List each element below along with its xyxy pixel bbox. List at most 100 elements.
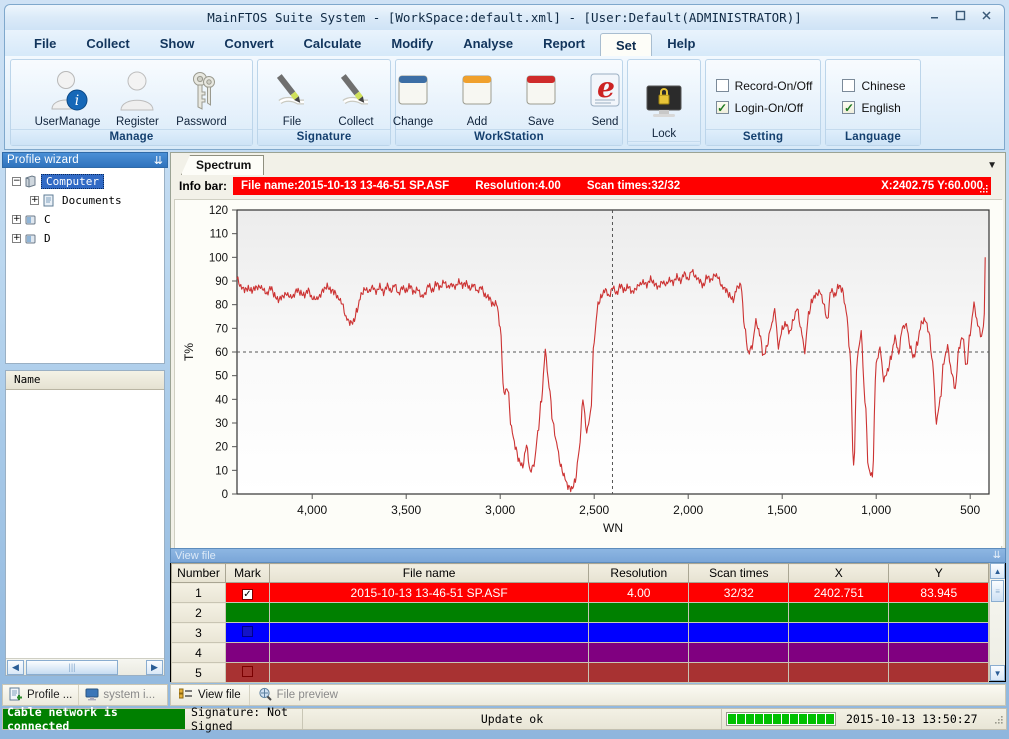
vscroll-thumb[interactable]: ≡ (991, 580, 1004, 602)
tab-file-preview-label: File preview (277, 689, 338, 701)
tab-profile[interactable]: Profile ... (3, 685, 78, 705)
maximize-icon[interactable] (952, 7, 968, 23)
status-resize-grip-icon[interactable] (994, 713, 1006, 725)
tree-label-d[interactable]: D (41, 232, 54, 245)
cell-mark[interactable] (226, 583, 270, 603)
cell-number: 5 (172, 663, 226, 683)
password-button[interactable]: Password (170, 66, 232, 129)
tree-node-documents[interactable]: + Documents (8, 191, 162, 210)
user-info-icon: i (47, 68, 89, 114)
add-button[interactable]: Add (446, 66, 508, 129)
tree-label-c[interactable]: C (41, 213, 54, 226)
document-icon (42, 194, 55, 207)
tree-node-d[interactable]: + D (8, 229, 162, 248)
record-onoff-row[interactable]: Record-On/Off (716, 79, 813, 93)
ribbon-group-manage: i UserManage Register (10, 59, 253, 146)
col-scan-times[interactable]: Scan times (689, 564, 789, 583)
view-file-table: Number Mark File name Resolution Scan ti… (171, 563, 989, 683)
hscroll-thumb[interactable]: ||| (26, 660, 118, 675)
tree-expander-icon[interactable]: − (12, 177, 21, 186)
menu-set[interactable]: Set (600, 33, 652, 57)
close-icon[interactable] (978, 7, 994, 23)
table-row[interactable]: 3 (172, 623, 989, 643)
table-row[interactable]: 2 (172, 603, 989, 623)
y-tick-label: 100 (209, 252, 228, 264)
y-tick-label: 20 (215, 442, 228, 454)
cell-mark[interactable] (226, 663, 270, 683)
tree-label-computer[interactable]: Computer (41, 174, 104, 189)
col-x[interactable]: X (789, 564, 889, 583)
view-file-pin-icon[interactable]: ⇊ (993, 550, 1001, 561)
minimize-icon[interactable] (926, 7, 942, 23)
profile-tree[interactable]: − Computer + Documents + C (5, 168, 165, 364)
tree-node-c[interactable]: + C (8, 210, 162, 229)
scroll-down-icon[interactable]: ▼ (990, 665, 1005, 681)
menu-file[interactable]: File (19, 32, 71, 56)
lock-button[interactable]: Lock (633, 78, 695, 141)
name-column-header[interactable]: Name (6, 371, 164, 390)
table-row[interactable]: 12015-10-13 13-46-51 SP.ASF4.0032/322402… (172, 583, 989, 603)
cell-y (889, 663, 989, 683)
ribbon-group-setting-title: Setting (706, 129, 820, 145)
menu-modify[interactable]: Modify (376, 32, 448, 56)
mark-checkbox[interactable] (242, 666, 253, 677)
scroll-up-icon[interactable]: ▲ (990, 563, 1005, 579)
menu-calculate[interactable]: Calculate (289, 32, 377, 56)
spectrum-chart-svg[interactable]: 01020304050607080901001101204,0003,5003,… (175, 200, 1003, 546)
change-button[interactable]: Change (382, 66, 444, 129)
name-list-hscrollbar[interactable]: ◀ ||| ▶ (6, 658, 164, 675)
mark-checkbox[interactable] (242, 589, 253, 600)
cell-x: 2402.751 (789, 583, 889, 603)
view-file-vscrollbar[interactable]: ▲ ≡ ▼ (989, 563, 1005, 681)
tree-expander-icon[interactable]: + (30, 196, 39, 205)
menu-help[interactable]: Help (652, 32, 710, 56)
english-checkbox[interactable] (842, 101, 855, 114)
chevron-down-icon[interactable]: ▼ (987, 160, 997, 171)
chinese-row[interactable]: Chinese (842, 79, 905, 93)
menu-collect[interactable]: Collect (71, 32, 144, 56)
tree-expander-icon[interactable]: + (12, 215, 21, 224)
record-onoff-checkbox[interactable] (716, 79, 729, 92)
mark-checkbox[interactable] (242, 626, 253, 637)
col-number[interactable]: Number (172, 564, 226, 583)
menu-convert[interactable]: Convert (209, 32, 288, 56)
tree-expander-icon[interactable]: + (12, 234, 21, 243)
menu-show[interactable]: Show (145, 32, 210, 56)
tab-system-info[interactable]: system i... (78, 685, 161, 705)
resize-grip-icon[interactable] (980, 185, 989, 194)
col-file-name[interactable]: File name (270, 564, 589, 583)
chinese-checkbox[interactable] (842, 79, 855, 92)
tab-file-preview[interactable]: File preview (249, 685, 346, 705)
table-row[interactable]: 4 (172, 643, 989, 663)
spectrum-chart[interactable]: 01020304050607080901001101204,0003,5003,… (174, 199, 1002, 551)
tree-node-computer[interactable]: − Computer (8, 172, 162, 191)
scroll-left-icon[interactable]: ◀ (7, 660, 24, 675)
menu-analyse[interactable]: Analyse (448, 32, 528, 56)
login-onoff-checkbox[interactable] (716, 101, 729, 114)
login-onoff-row[interactable]: Login-On/Off (716, 101, 803, 115)
col-mark[interactable]: Mark (226, 564, 270, 583)
tab-view-file[interactable]: View file (171, 685, 249, 705)
tab-view-file-label: View file (198, 689, 241, 701)
english-row[interactable]: English (842, 101, 900, 115)
col-y[interactable]: Y (889, 564, 989, 583)
menu-report[interactable]: Report (528, 32, 600, 56)
save-button[interactable]: Save (510, 66, 572, 129)
register-button[interactable]: Register (106, 66, 168, 129)
scroll-right-icon[interactable]: ▶ (146, 660, 163, 675)
info-resolution: Resolution:4.00 (475, 180, 561, 192)
pin-icon[interactable]: ⇊ (154, 154, 163, 167)
cell-mark[interactable] (226, 643, 270, 663)
table-row[interactable]: 5 (172, 663, 989, 683)
profile-wizard-title: Profile wizard (7, 154, 79, 166)
tree-label-documents[interactable]: Documents (59, 194, 125, 207)
tab-spectrum[interactable]: Spectrum (181, 155, 264, 175)
col-resolution[interactable]: Resolution (589, 564, 689, 583)
signature-file-button[interactable]: File (261, 66, 323, 129)
usermanage-button[interactable]: i UserManage (31, 66, 105, 129)
cell-mark[interactable] (226, 623, 270, 643)
cell-resolution (589, 623, 689, 643)
cell-mark[interactable] (226, 603, 270, 623)
progress-segment (817, 714, 825, 724)
cell-resolution (589, 603, 689, 623)
